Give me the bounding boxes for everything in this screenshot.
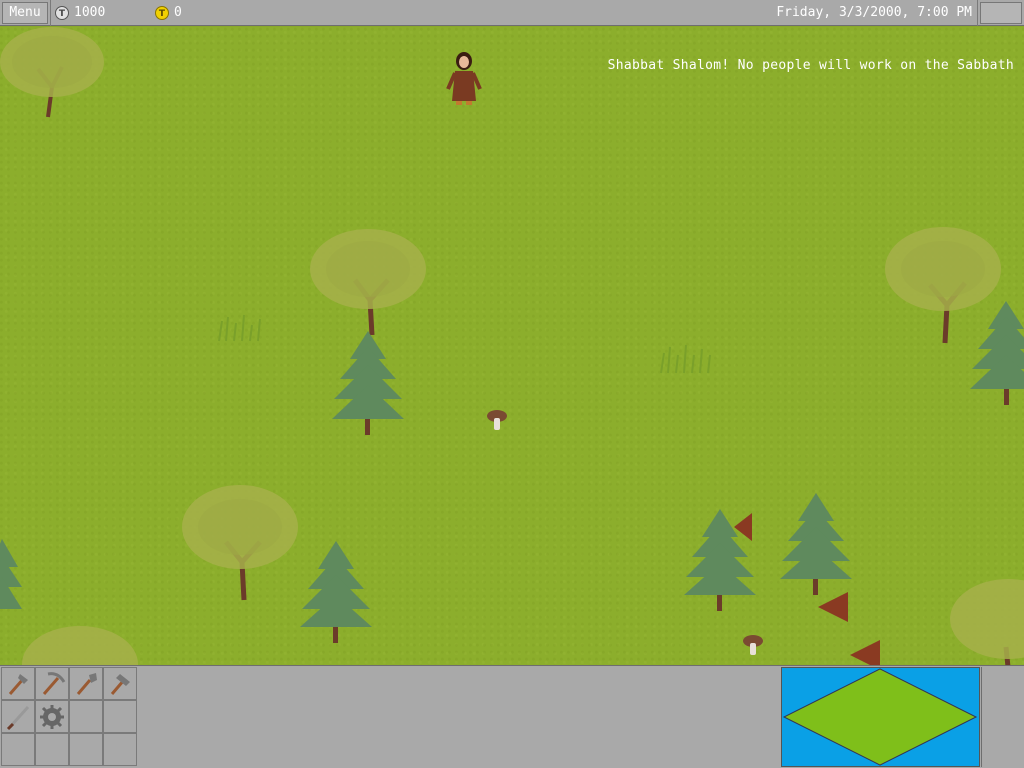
marker-flag[interactable] [850, 640, 882, 665]
game-map[interactable]: Shabbat Shalom! No people will work on t… [0, 27, 1024, 665]
empty-slot[interactable] [103, 700, 137, 733]
minimap[interactable] [781, 667, 980, 767]
sabbath-notice: Shabbat Shalom! No people will work on t… [607, 58, 1014, 73]
shovel-tool-slot[interactable] [69, 667, 103, 700]
divider [50, 0, 51, 26]
top-bar: Menu T 1000 T 0 Friday, 3/3/2000, 7:00 P… [0, 0, 1024, 26]
silver-coin-icon: T [55, 6, 69, 20]
mushroom[interactable] [742, 634, 764, 658]
silver-coin-value: 1000 [74, 5, 106, 20]
deciduous-tree[interactable] [18, 622, 138, 665]
empty-slot[interactable] [35, 733, 69, 766]
hammer-tool-slot[interactable] [103, 667, 137, 700]
grass-tuft [660, 344, 711, 374]
person-character[interactable] [446, 51, 482, 107]
sword-tool-slot[interactable] [1, 700, 35, 733]
axe-icon [8, 673, 28, 695]
pine-tree[interactable] [0, 537, 24, 617]
top-right-button[interactable] [980, 2, 1022, 24]
bottom-panel [0, 665, 1024, 768]
marker-flag[interactable] [734, 513, 754, 543]
side-panel [981, 667, 1023, 767]
gold-coin-icon: T [155, 6, 169, 20]
pickaxe-icon [42, 671, 66, 695]
pine-tree[interactable] [298, 539, 374, 647]
gold-coin-value: 0 [174, 5, 182, 20]
menu-button[interactable]: Menu [2, 2, 48, 24]
pine-tree[interactable] [778, 491, 854, 599]
tool-grid [1, 667, 137, 768]
gold-coin-counter: T 0 [155, 3, 182, 23]
silver-coin-counter: T 1000 [55, 3, 105, 23]
deciduous-tree[interactable] [310, 225, 430, 340]
empty-slot[interactable] [103, 733, 137, 766]
pine-tree[interactable] [330, 329, 406, 439]
hammer-icon [110, 673, 130, 695]
deciduous-tree[interactable] [948, 577, 1024, 665]
settings-tool-slot[interactable] [35, 700, 69, 733]
grass-tuft [218, 314, 261, 342]
date-time-display: Friday, 3/3/2000, 7:00 PM [776, 5, 972, 20]
mushroom[interactable] [486, 409, 508, 433]
pine-tree[interactable] [968, 299, 1024, 407]
empty-slot[interactable] [69, 700, 103, 733]
shovel-icon [76, 672, 97, 695]
gear-icon [40, 704, 64, 729]
pickaxe-tool-slot[interactable] [35, 667, 69, 700]
deciduous-tree[interactable] [0, 27, 110, 122]
divider [977, 0, 978, 26]
axe-tool-slot[interactable] [1, 667, 35, 700]
marker-flag[interactable] [818, 592, 850, 624]
empty-slot[interactable] [1, 733, 35, 766]
empty-slot[interactable] [69, 733, 103, 766]
deciduous-tree[interactable] [182, 482, 302, 604]
sword-icon [6, 705, 30, 730]
